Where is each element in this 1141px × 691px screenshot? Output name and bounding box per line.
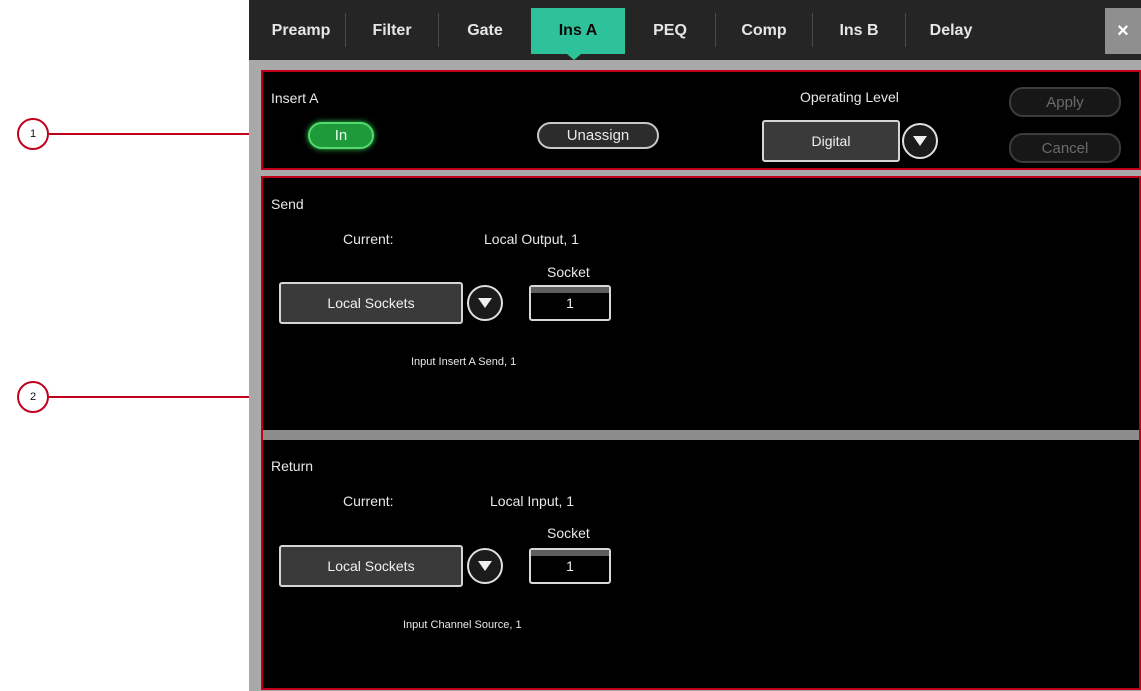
cancel-label: Cancel bbox=[1041, 139, 1089, 157]
tab-ins-b[interactable]: Ins B bbox=[813, 8, 905, 54]
callout-1: 1 bbox=[17, 118, 49, 150]
callout-2: 2 bbox=[17, 381, 49, 413]
section-divider bbox=[263, 430, 1139, 440]
send-source-dropdown-arrow-icon[interactable] bbox=[467, 285, 503, 321]
callout-2-line bbox=[49, 396, 261, 398]
insert-title: Insert A bbox=[271, 90, 319, 106]
callout-1-line bbox=[49, 133, 261, 135]
apply-button[interactable]: Apply bbox=[1009, 87, 1121, 117]
close-button[interactable]: × bbox=[1105, 8, 1141, 54]
operating-level-value: Digital bbox=[811, 133, 851, 149]
tab-preamp-label: Preamp bbox=[271, 22, 331, 39]
return-socket-field[interactable]: 1 bbox=[529, 548, 611, 584]
insert-in-label: In bbox=[334, 127, 348, 144]
tab-delay-label: Delay bbox=[929, 22, 973, 39]
return-source-dropdown[interactable]: Local Sockets bbox=[279, 545, 463, 587]
send-description: Input Insert A Send, 1 bbox=[411, 356, 517, 368]
insert-in-button[interactable]: In bbox=[308, 122, 374, 149]
callout-2-label: 2 bbox=[29, 391, 37, 403]
return-source-dropdown-arrow-icon[interactable] bbox=[467, 548, 503, 584]
send-socket-label: Socket bbox=[547, 264, 590, 280]
tab-filter[interactable]: Filter bbox=[346, 8, 438, 54]
send-current-value: Local Output, 1 bbox=[484, 231, 579, 247]
tab-preamp[interactable]: Preamp bbox=[257, 8, 345, 54]
return-current-value: Local Input, 1 bbox=[490, 493, 575, 509]
tab-peq[interactable]: PEQ bbox=[625, 8, 715, 54]
close-icon: × bbox=[1117, 19, 1129, 42]
tab-bar: Preamp Filter Gate Ins A PEQ Comp Ins B … bbox=[249, 0, 1141, 60]
send-title: Send bbox=[271, 196, 304, 212]
send-source-dropdown[interactable]: Local Sockets bbox=[279, 282, 463, 324]
apply-label: Apply bbox=[1046, 93, 1084, 111]
send-current-label: Current: bbox=[343, 231, 394, 247]
send-source-value: Local Sockets bbox=[327, 295, 415, 311]
tab-comp[interactable]: Comp bbox=[716, 8, 812, 54]
send-return-panel: Send Current: Local Output, 1 Socket Loc… bbox=[261, 176, 1141, 690]
return-current-label: Current: bbox=[343, 493, 394, 509]
return-description: Input Channel Source, 1 bbox=[403, 619, 522, 631]
return-title: Return bbox=[271, 458, 314, 474]
tab-ins-a-label: Ins A bbox=[558, 22, 598, 39]
insert-panel: Insert A In Unassign Operating Level Dig… bbox=[261, 70, 1141, 170]
callout-1-label: 1 bbox=[29, 128, 37, 140]
tab-gate-label: Gate bbox=[467, 22, 503, 39]
tab-ins-a[interactable]: Ins A bbox=[531, 8, 625, 54]
tab-gate[interactable]: Gate bbox=[439, 8, 531, 54]
tab-filter-label: Filter bbox=[372, 22, 412, 39]
tab-peq-label: PEQ bbox=[653, 22, 687, 39]
send-socket-value: 1 bbox=[566, 295, 574, 311]
tab-delay[interactable]: Delay bbox=[906, 8, 996, 54]
return-socket-value: 1 bbox=[566, 558, 574, 574]
active-tab-pointer bbox=[567, 54, 581, 60]
operating-level-dropdown-arrow-icon[interactable] bbox=[902, 123, 938, 159]
app-window: Preamp Filter Gate Ins A PEQ Comp Ins B … bbox=[249, 0, 1141, 691]
unassign-button[interactable]: Unassign bbox=[537, 122, 659, 149]
return-socket-label: Socket bbox=[547, 525, 590, 541]
unassign-label: Unassign bbox=[566, 127, 630, 144]
return-source-value: Local Sockets bbox=[327, 558, 415, 574]
operating-level-label: Operating Level bbox=[800, 89, 899, 105]
tab-ins-b-label: Ins B bbox=[839, 22, 879, 39]
operating-level-dropdown[interactable]: Digital bbox=[762, 120, 900, 162]
cancel-button[interactable]: Cancel bbox=[1009, 133, 1121, 163]
tab-comp-label: Comp bbox=[741, 22, 787, 39]
send-socket-field[interactable]: 1 bbox=[529, 285, 611, 321]
